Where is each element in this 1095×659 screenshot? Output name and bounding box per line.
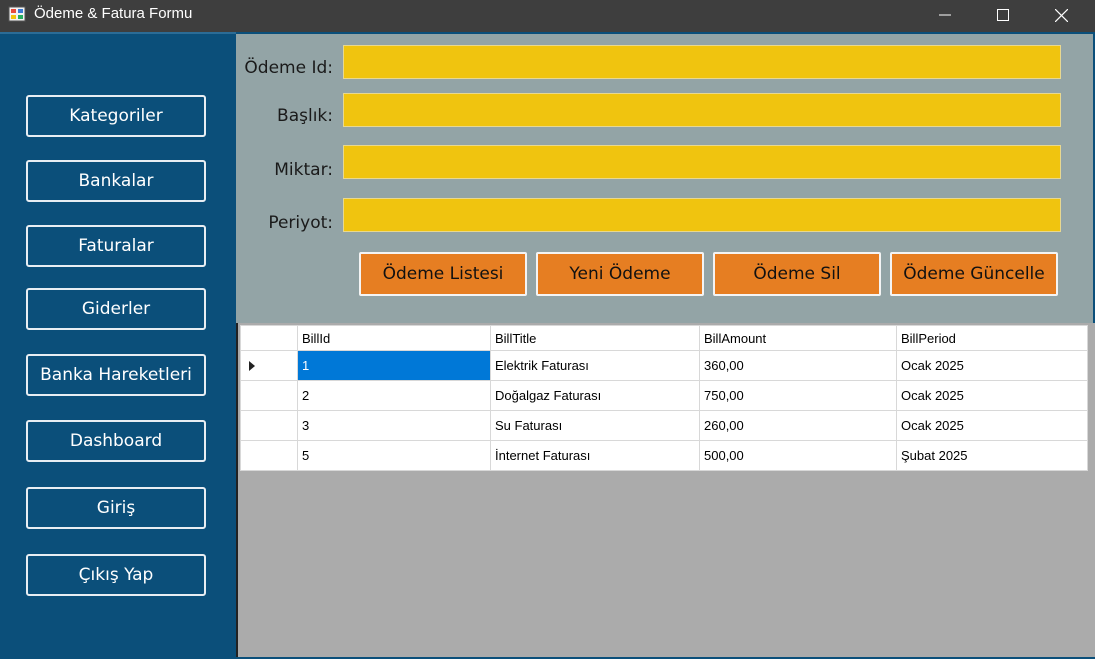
- title-input[interactable]: [343, 93, 1061, 127]
- sidebar-item-kategoriler[interactable]: Kategoriler: [26, 95, 206, 137]
- cell-billtitle[interactable]: Elektrik Faturası: [490, 350, 700, 381]
- cell-billtitle[interactable]: Su Faturası: [490, 410, 700, 441]
- title-bar: Ödeme & Fatura Formu: [0, 0, 1095, 32]
- maximize-button[interactable]: [974, 0, 1032, 30]
- amount-label: Miktar:: [274, 160, 333, 180]
- sidebar-item-bankalar[interactable]: Bankalar: [26, 160, 206, 202]
- cell-billperiod[interactable]: Ocak 2025: [896, 410, 1088, 441]
- payment-list-button[interactable]: Ödeme Listesi: [359, 252, 527, 296]
- sidebar: Kategoriler Bankalar Faturalar Giderler …: [0, 32, 236, 659]
- table-row[interactable]: 2 Doğalgaz Faturası 750,00 Ocak 2025: [240, 380, 1088, 411]
- window-title: Ödeme & Fatura Formu: [34, 5, 193, 22]
- new-payment-button[interactable]: Yeni Ödeme: [536, 252, 704, 296]
- update-payment-button[interactable]: Ödeme Güncelle: [890, 252, 1058, 296]
- table-row[interactable]: 1 Elektrik Faturası 360,00 Ocak 2025: [240, 350, 1088, 381]
- sidebar-item-giderler[interactable]: Giderler: [26, 288, 206, 330]
- bills-grid-area: BillId BillTitle BillAmount BillPeriod 1…: [236, 323, 1095, 657]
- cell-billperiod[interactable]: Ocak 2025: [896, 380, 1088, 411]
- payment-id-input[interactable]: [343, 45, 1061, 79]
- cell-billamount[interactable]: 260,00: [699, 410, 897, 441]
- title-label: Başlık:: [277, 106, 333, 126]
- row-header[interactable]: [240, 410, 298, 441]
- sidebar-item-giris[interactable]: Giriş: [26, 487, 206, 529]
- cell-billtitle[interactable]: İnternet Faturası: [490, 440, 700, 471]
- cell-billamount[interactable]: 360,00: [699, 350, 897, 381]
- app-icon: [8, 6, 26, 22]
- table-row[interactable]: 3 Su Faturası 260,00 Ocak 2025: [240, 410, 1088, 441]
- close-icon: [1054, 8, 1068, 22]
- cell-billamount[interactable]: 500,00: [699, 440, 897, 471]
- close-button[interactable]: [1032, 0, 1090, 30]
- sidebar-item-dashboard[interactable]: Dashboard: [26, 420, 206, 462]
- sidebar-item-faturalar[interactable]: Faturalar: [26, 225, 206, 267]
- cell-billid[interactable]: 5: [297, 440, 491, 471]
- amount-input[interactable]: [343, 145, 1061, 179]
- period-input[interactable]: [343, 198, 1061, 232]
- cell-billperiod[interactable]: Şubat 2025: [896, 440, 1088, 471]
- sidebar-item-cikis-yap[interactable]: Çıkış Yap: [26, 554, 206, 596]
- table-row[interactable]: 5 İnternet Faturası 500,00 Şubat 2025: [240, 440, 1088, 471]
- cell-billid[interactable]: 2: [297, 380, 491, 411]
- row-header[interactable]: [240, 380, 298, 411]
- cell-billtitle[interactable]: Doğalgaz Faturası: [490, 380, 700, 411]
- column-header-billid[interactable]: BillId: [297, 325, 491, 351]
- bills-grid[interactable]: BillId BillTitle BillAmount BillPeriod 1…: [240, 325, 1088, 471]
- grid-corner: [240, 325, 298, 351]
- cell-billamount[interactable]: 750,00: [699, 380, 897, 411]
- column-header-billamount[interactable]: BillAmount: [699, 325, 897, 351]
- delete-payment-button[interactable]: Ödeme Sil: [713, 252, 881, 296]
- column-header-billtitle[interactable]: BillTitle: [490, 325, 700, 351]
- row-header[interactable]: [240, 440, 298, 471]
- sidebar-item-banka-hareketleri[interactable]: Banka Hareketleri: [26, 354, 206, 396]
- minimize-button[interactable]: [916, 0, 974, 30]
- payment-id-label: Ödeme Id:: [244, 58, 333, 78]
- row-header[interactable]: [240, 350, 298, 381]
- maximize-icon: [997, 9, 1009, 21]
- grid-header-row: BillId BillTitle BillAmount BillPeriod: [240, 325, 1088, 351]
- cell-billperiod[interactable]: Ocak 2025: [896, 350, 1088, 381]
- cell-billid[interactable]: 3: [297, 410, 491, 441]
- cell-billid[interactable]: 1: [297, 350, 491, 381]
- current-row-arrow-icon: [249, 361, 255, 371]
- minimize-icon: [939, 14, 951, 16]
- payment-form: Ödeme Id: Başlık: Miktar: Periyot: Ödeme…: [236, 34, 1093, 323]
- column-header-billperiod[interactable]: BillPeriod: [896, 325, 1088, 351]
- period-label: Periyot:: [268, 213, 333, 233]
